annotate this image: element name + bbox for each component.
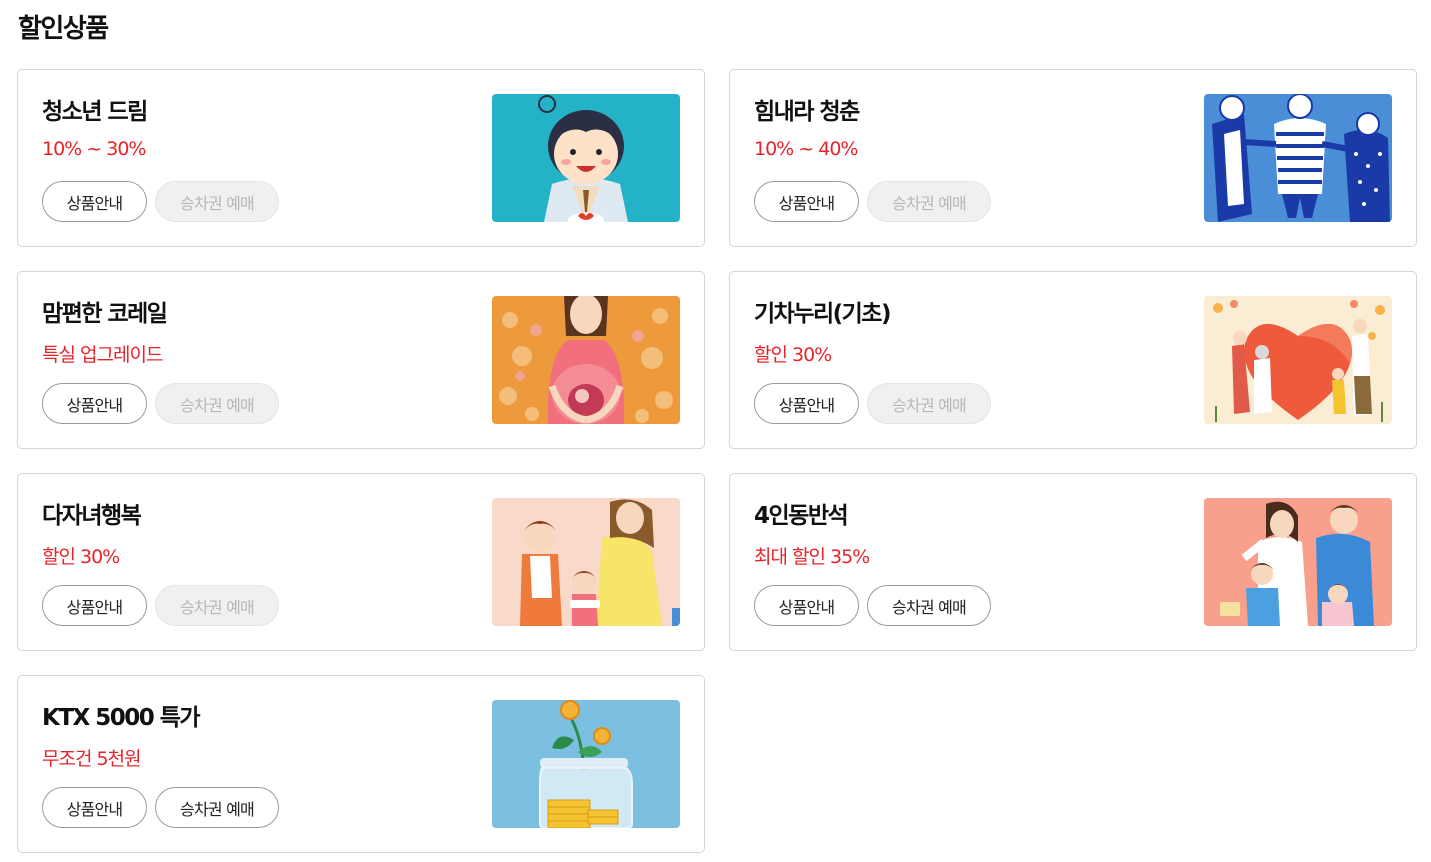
product-discount: 할인 30%	[42, 546, 120, 568]
product-card-family-seat: 4인동반석 최대 할인 35% 상품안내 승차권 예매	[729, 473, 1417, 651]
product-title: KTX 5000 특가	[42, 705, 201, 731]
ticket-booking-button[interactable]: 승차권 예매	[867, 383, 991, 424]
product-card-ktx-5000: KTX 5000 특가 무조건 5천원 상품안내 승차권 예매	[17, 675, 705, 853]
ticket-booking-button[interactable]: 승차권 예매	[155, 787, 279, 828]
ticket-booking-button[interactable]: 승차권 예매	[867, 181, 991, 222]
product-discount: 특실 업그레이드	[42, 344, 163, 366]
ticket-booking-button[interactable]: 승차권 예매	[155, 383, 279, 424]
product-info-button[interactable]: 상품안내	[754, 585, 859, 626]
product-discount: 10% ~ 30%	[42, 138, 146, 160]
teen-boy-illustration	[492, 94, 680, 222]
product-title: 힘내라 청춘	[754, 99, 860, 125]
pregnant-mother-illustration	[492, 296, 680, 424]
family-of-four-illustration	[1204, 498, 1392, 626]
product-info-button[interactable]: 상품안내	[42, 787, 147, 828]
multi-child-family-illustration	[492, 498, 680, 626]
product-card-youth-dream: 청소년 드림 10% ~ 30% 상품안내 승차권 예매	[17, 69, 705, 247]
product-discount: 무조건 5천원	[42, 748, 142, 770]
product-info-button[interactable]: 상품안내	[754, 383, 859, 424]
product-card-cheer-up-youth: 힘내라 청춘 10% ~ 40% 상품안내 승차권 예매	[729, 69, 1417, 247]
product-card-multi-child: 다자녀행복 할인 30% 상품안내 승차권 예매	[17, 473, 705, 651]
ticket-booking-button[interactable]: 승차권 예매	[155, 181, 279, 222]
product-discount: 할인 30%	[754, 344, 832, 366]
ticket-booking-button[interactable]: 승차권 예매	[155, 585, 279, 626]
product-info-button[interactable]: 상품안내	[42, 585, 147, 626]
product-title: 4인동반석	[754, 503, 849, 529]
product-title: 청소년 드림	[42, 99, 148, 125]
product-title: 기차누리(기초)	[754, 301, 891, 327]
product-card-train-nuri: 기차누리(기초) 할인 30% 상품안내 승차권 예매	[729, 271, 1417, 449]
product-info-button[interactable]: 상품안내	[754, 181, 859, 222]
coin-jar-illustration	[492, 700, 680, 828]
product-info-button[interactable]: 상품안내	[42, 181, 147, 222]
ticket-booking-button[interactable]: 승차권 예매	[867, 585, 991, 626]
young-friends-illustration	[1204, 94, 1392, 222]
product-discount: 최대 할인 35%	[754, 546, 870, 568]
product-title: 다자녀행복	[42, 503, 142, 529]
page-title: 할인상품	[18, 14, 109, 44]
product-discount: 10% ~ 40%	[754, 138, 858, 160]
heart-family-illustration	[1204, 296, 1392, 424]
product-title: 맘편한 코레일	[42, 301, 168, 327]
product-info-button[interactable]: 상품안내	[42, 383, 147, 424]
product-card-comfortable-korail: 맘편한 코레일 특실 업그레이드 상품안내 승차권 예매	[17, 271, 705, 449]
